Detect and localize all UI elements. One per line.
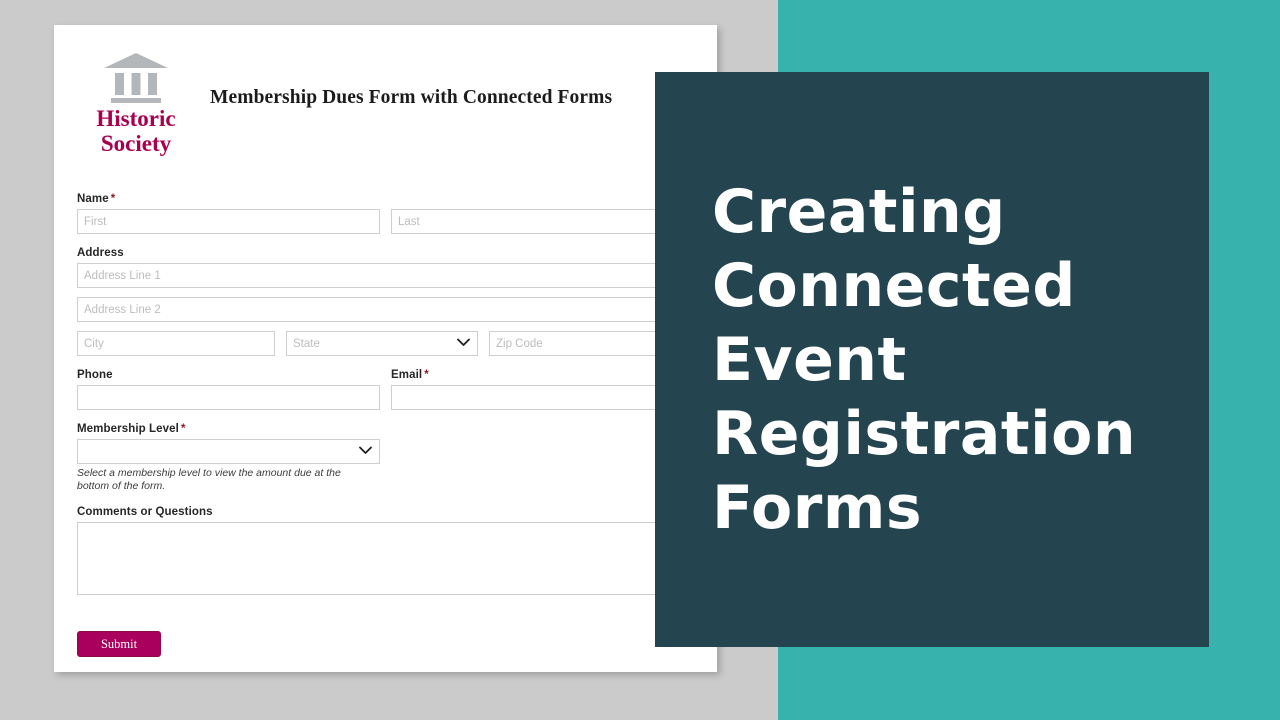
organization-logo: Historic Society (78, 52, 194, 156)
phone-email-row: Phone Email * (77, 369, 717, 410)
address-line2-input[interactable] (77, 297, 694, 322)
slide-root: Historic Society Membership Dues Form wi… (0, 0, 1280, 720)
membership-level-hint: Select a membership level to view the am… (77, 467, 341, 492)
address-city-state-zip-row: State (77, 331, 717, 356)
state-select-wrapper: State (286, 331, 478, 356)
email-required-asterisk: * (424, 369, 429, 381)
membership-level-required-asterisk: * (180, 423, 186, 435)
membership-level-label-text: Membership Level (77, 423, 179, 435)
name-label-text: Name (77, 193, 109, 205)
phone-column: Phone (77, 369, 380, 410)
phone-label: Phone (77, 369, 113, 381)
email-label-text: Email (391, 369, 423, 381)
membership-level-label: Membership Level * (77, 423, 717, 435)
field-group-comments: Comments or Questions (77, 506, 717, 600)
phone-input[interactable] (77, 385, 380, 410)
title-overlay-panel: Creating Connected Event Registration Fo… (655, 72, 1209, 647)
logo-text-line2: Society (100, 131, 172, 156)
logo-text-line1: Historic (96, 106, 176, 131)
logo-text: Historic Society (78, 106, 194, 156)
name-label: Name * (77, 193, 717, 205)
last-name-input[interactable] (391, 209, 694, 234)
comments-label: Comments or Questions (77, 506, 213, 518)
field-group-membership-level: Membership Level * Select a membership le… (77, 423, 717, 493)
name-row (77, 209, 717, 234)
field-group-address: Address State (77, 247, 717, 356)
address-line1-input[interactable] (77, 263, 694, 288)
membership-form-card: Historic Society Membership Dues Form wi… (54, 25, 717, 672)
membership-level-select[interactable] (77, 439, 380, 464)
address-line1-row (77, 263, 717, 288)
submit-button[interactable]: Submit (77, 631, 161, 657)
city-input[interactable] (77, 331, 275, 356)
address-label: Address (77, 247, 124, 259)
state-select[interactable]: State (286, 331, 478, 356)
email-column: Email * (391, 369, 694, 410)
address-line2-row (77, 297, 717, 322)
overlay-title: Creating Connected Event Registration Fo… (712, 177, 1137, 543)
classical-building-icon (78, 52, 194, 104)
field-group-phone-email: Phone Email * (77, 369, 717, 410)
email-label: Email * (391, 369, 694, 381)
field-group-name: Name * (77, 193, 717, 234)
form-header: Historic Society Membership Dues Form wi… (54, 25, 717, 185)
email-input[interactable] (391, 385, 694, 410)
membership-level-select-wrapper (77, 439, 380, 464)
form-fields: Name* Address (77, 193, 717, 657)
comments-textarea[interactable] (77, 522, 694, 595)
name-required-asterisk: * (110, 193, 116, 205)
first-name-input[interactable] (77, 209, 380, 234)
form-title: Membership Dues Form with Connected Form… (210, 87, 613, 108)
